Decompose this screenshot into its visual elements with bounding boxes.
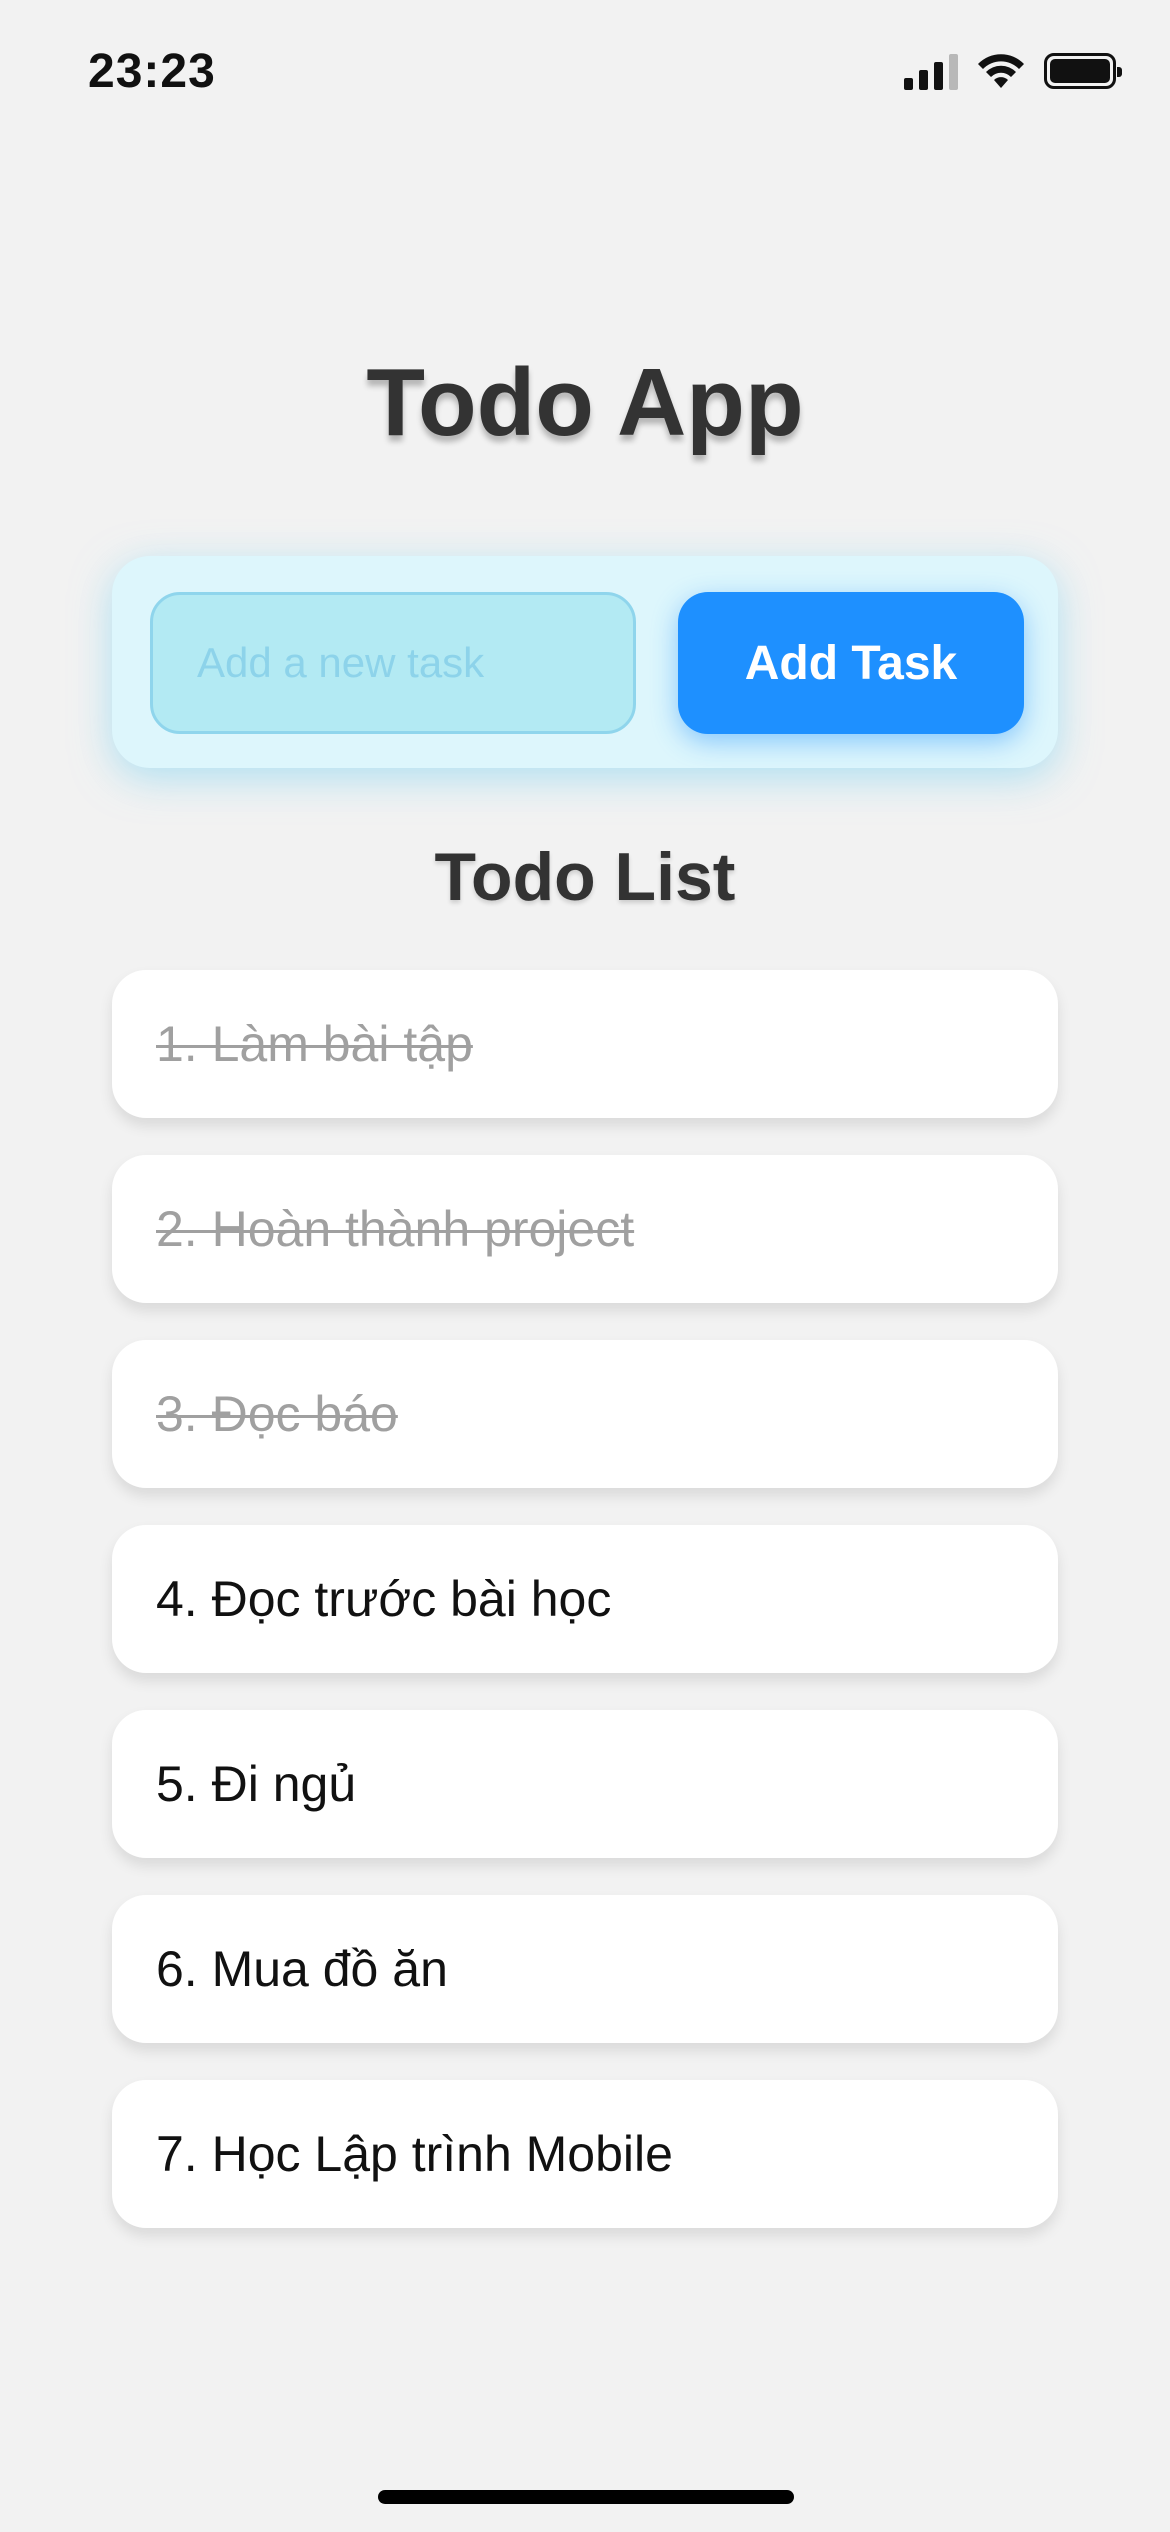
todo-item-text: 7. Học Lập trình Mobile	[156, 2126, 673, 2182]
todo-item[interactable]: 5. Đi ngủ	[112, 1710, 1058, 1858]
todo-list: 1. Làm bài tập 2. Hoàn thành project 3. …	[112, 970, 1058, 2265]
todo-item-text: 5. Đi ngủ	[156, 1756, 357, 1812]
todo-item[interactable]: 3. Đọc báo	[112, 1340, 1058, 1488]
new-task-input[interactable]	[150, 592, 636, 734]
wifi-icon	[978, 54, 1024, 88]
status-bar: 23:23	[0, 0, 1170, 150]
add-task-button[interactable]: Add Task	[678, 592, 1024, 734]
todo-item[interactable]: 4. Đọc trước bài học	[112, 1525, 1058, 1673]
status-icons	[904, 52, 1122, 90]
todo-item-text: 4. Đọc trước bài học	[156, 1571, 612, 1627]
todo-item[interactable]: 1. Làm bài tập	[112, 970, 1058, 1118]
todo-item[interactable]: 6. Mua đồ ăn	[112, 1895, 1058, 2043]
status-time: 23:23	[88, 45, 216, 98]
todo-item[interactable]: 2. Hoàn thành project	[112, 1155, 1058, 1303]
todo-item-text: 3. Đọc báo	[156, 1386, 398, 1442]
todo-screen: 23:23 Todo App Add Task Todo List	[0, 0, 1170, 2532]
new-task-card: Add Task	[112, 556, 1058, 768]
home-indicator[interactable]	[378, 2490, 794, 2504]
todo-item-text: 6. Mua đồ ăn	[156, 1941, 448, 1997]
todo-item-text: 2. Hoàn thành project	[156, 1201, 635, 1257]
todo-list-title: Todo List	[434, 839, 736, 915]
todo-item-text: 1. Làm bài tập	[156, 1016, 473, 1072]
cellular-signal-icon	[904, 52, 958, 90]
todo-item[interactable]: 7. Học Lập trình Mobile	[112, 2080, 1058, 2228]
app-title: Todo App	[366, 349, 804, 456]
battery-icon	[1044, 53, 1122, 89]
